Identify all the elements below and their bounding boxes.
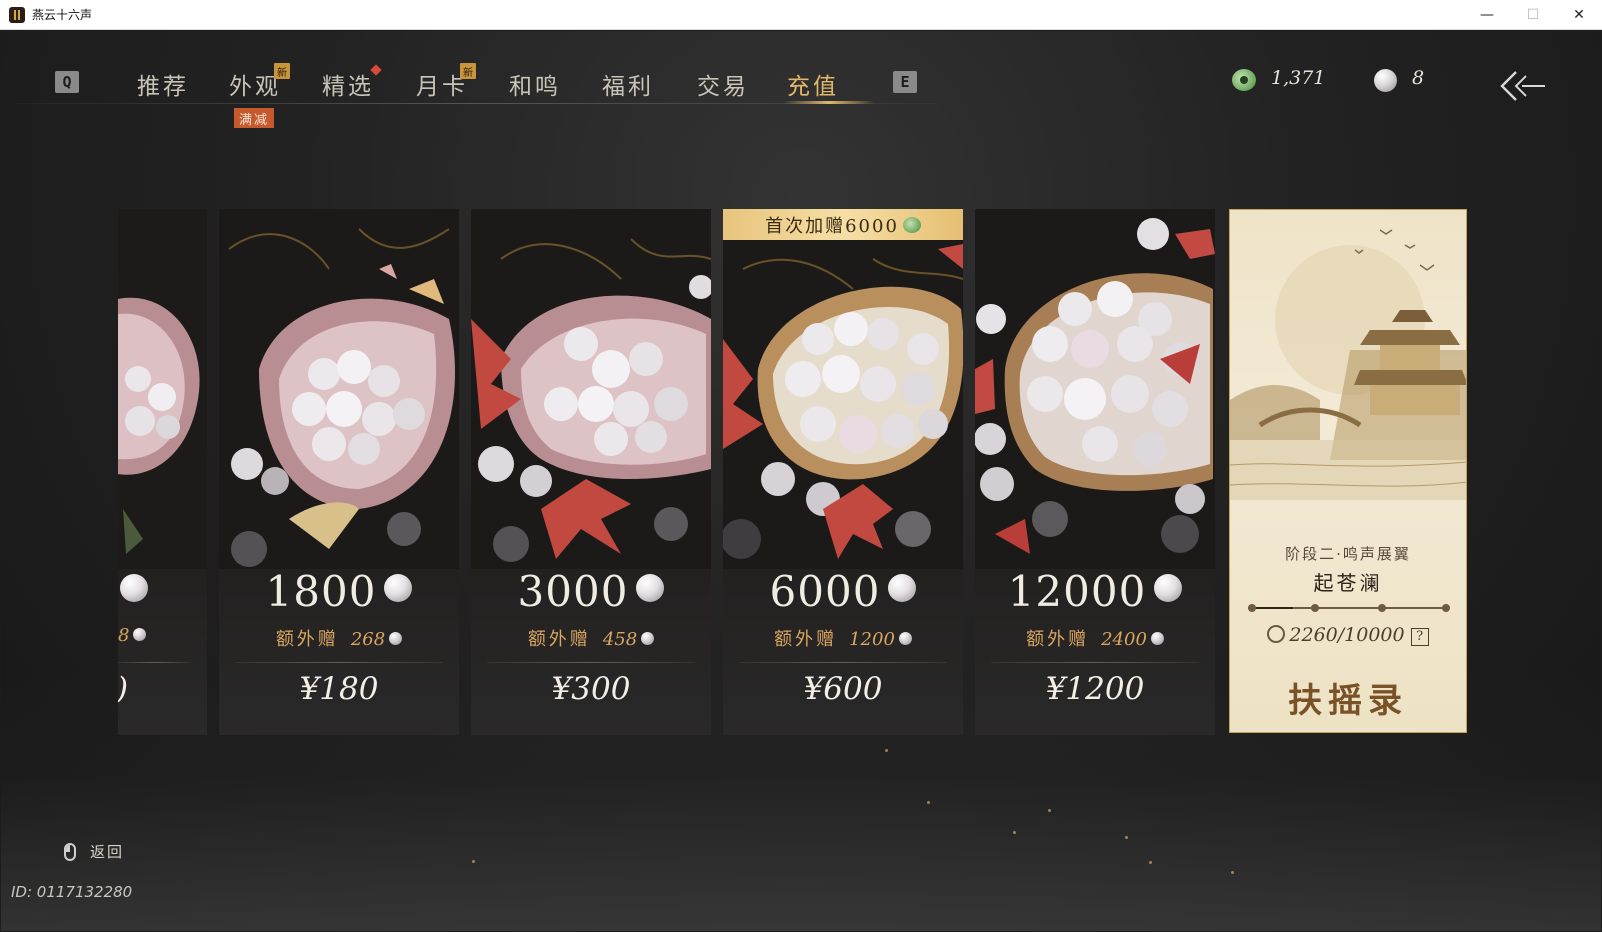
pearl-shell-art xyxy=(118,209,207,569)
pearl-icon xyxy=(641,632,655,645)
prev-tab-key[interactable]: Q xyxy=(55,71,79,93)
pearl-icon xyxy=(898,632,912,645)
recharge-card-6000[interactable]: 首次加赠6000 6000 额外赠 1200 ¥600 xyxy=(723,209,963,735)
card-price: ¥300 xyxy=(551,671,631,707)
pearl-shell-art xyxy=(723,209,963,569)
gold-spark xyxy=(1149,861,1152,864)
pearl-balance: 8 xyxy=(1412,67,1425,89)
minimize-button[interactable]: — xyxy=(1464,0,1510,30)
tab-harmony[interactable]: 和鸣 xyxy=(509,67,561,101)
coin-icon xyxy=(1267,625,1286,643)
card-divider xyxy=(235,662,443,663)
card-divider xyxy=(487,662,695,663)
stage-name: 起苍澜 xyxy=(1313,571,1383,595)
gold-spark xyxy=(1231,871,1234,874)
pearl-icon xyxy=(120,574,148,602)
recharge-card-3000[interactable]: 3000 额外赠 458 ¥300 xyxy=(471,209,711,735)
tab-recommend[interactable]: 推荐 xyxy=(137,67,189,101)
help-button[interactable]: ? xyxy=(1410,628,1429,646)
pearl-icon xyxy=(1154,574,1183,602)
stage-label: 阶段二·鸣声展翼 xyxy=(1285,545,1411,563)
jade-coin-icon xyxy=(1232,69,1256,91)
jade-balance: 1,371 xyxy=(1271,67,1326,89)
stage-points: 2260/10000? xyxy=(1230,624,1466,646)
pearl-icon xyxy=(888,574,917,602)
stage-progress-bar xyxy=(1248,604,1450,612)
gold-spark xyxy=(472,860,475,863)
recharge-card-partial[interactable]: 8 ) xyxy=(118,209,207,735)
card-amount: 12000 xyxy=(975,567,1215,616)
jade-coin-icon xyxy=(902,216,921,233)
card-divider xyxy=(739,662,947,663)
recharge-card-1800[interactable]: 1800 额外赠 268 ¥180 xyxy=(219,209,459,735)
card-price: ¥180 xyxy=(299,671,379,707)
first-purchase-bonus-banner: 首次加赠6000 xyxy=(723,209,963,240)
sale-tag: 满减 xyxy=(234,108,275,128)
progress-node xyxy=(1248,604,1256,612)
card-amount: 1800 xyxy=(219,567,459,616)
window-controls: — ☐ ✕ xyxy=(1464,0,1602,30)
card-bonus: 额外赠 268 xyxy=(219,625,459,651)
card-amount: 3000 xyxy=(471,567,711,616)
pearl-shell-art xyxy=(219,209,459,569)
gold-spark xyxy=(1013,831,1016,834)
pearl-icon xyxy=(1374,69,1397,92)
card-price: ) xyxy=(118,671,207,707)
tab-recharge[interactable]: 充值 xyxy=(787,67,839,101)
new-badge: 新 xyxy=(460,63,476,79)
card-price: ¥600 xyxy=(803,671,883,707)
window-title: 燕云十六声 xyxy=(32,8,93,22)
fuyao-record-title: 扶摇录 xyxy=(1288,681,1408,721)
tab-welfare[interactable]: 福利 xyxy=(602,67,654,101)
gold-spark xyxy=(1048,809,1051,812)
gold-spark xyxy=(927,801,930,804)
pearl-icon xyxy=(384,574,413,602)
pearl-shell-art xyxy=(471,209,711,569)
card-bonus: 额外赠 2400 xyxy=(975,625,1215,651)
gold-spark xyxy=(1125,836,1128,839)
card-amount xyxy=(118,567,207,616)
fuyao-record-card[interactable]: 阶段二·鸣声展翼 起苍澜 2260/10000? 扶摇录 xyxy=(1229,209,1467,733)
progress-node xyxy=(1442,604,1450,612)
card-price: ¥1200 xyxy=(1045,671,1145,707)
card-bonus: 额外赠 458 xyxy=(471,625,711,651)
player-id: ID: 0117132280 xyxy=(11,883,133,901)
app-icon xyxy=(9,6,25,23)
next-tab-key[interactable]: E xyxy=(893,71,917,93)
recharge-card-12000[interactable]: 12000 额外赠 2400 ¥1200 xyxy=(975,209,1215,735)
maximize-button[interactable]: ☐ xyxy=(1510,0,1556,30)
nav-divider xyxy=(16,103,936,104)
card-divider xyxy=(991,662,1199,663)
return-label: 返回 xyxy=(90,843,125,861)
pearl-icon xyxy=(1150,632,1164,645)
card-divider xyxy=(118,662,191,663)
tab-trade[interactable]: 交易 xyxy=(697,67,749,101)
mouse-right-click-icon xyxy=(64,842,76,861)
window-titlebar: 燕云十六声 — ☐ ✕ xyxy=(0,0,1602,30)
new-badge: 新 xyxy=(274,63,290,79)
card-amount: 6000 xyxy=(723,567,963,616)
pearl-shell-art xyxy=(975,209,1215,569)
gold-spark xyxy=(885,749,888,752)
card-bonus: 额外赠 1200 xyxy=(723,625,963,651)
progress-node xyxy=(1311,604,1319,612)
card-bonus: 8 xyxy=(118,625,207,646)
close-button[interactable]: ✕ xyxy=(1556,0,1602,30)
game-screen: Q 推荐 外观 新 满减 精选 月卡 新 和鸣 福利 交易 充值 E 1,371… xyxy=(1,31,1601,931)
return-hint[interactable]: 返回 xyxy=(64,841,124,862)
pearl-icon xyxy=(133,628,147,641)
pearl-icon xyxy=(389,632,403,645)
progress-node xyxy=(1378,604,1386,612)
pearl-icon xyxy=(636,574,665,602)
palace-landscape-art xyxy=(1230,229,1466,500)
back-arrow-icon[interactable] xyxy=(1498,69,1548,103)
tab-selected[interactable]: 精选 xyxy=(322,67,374,101)
